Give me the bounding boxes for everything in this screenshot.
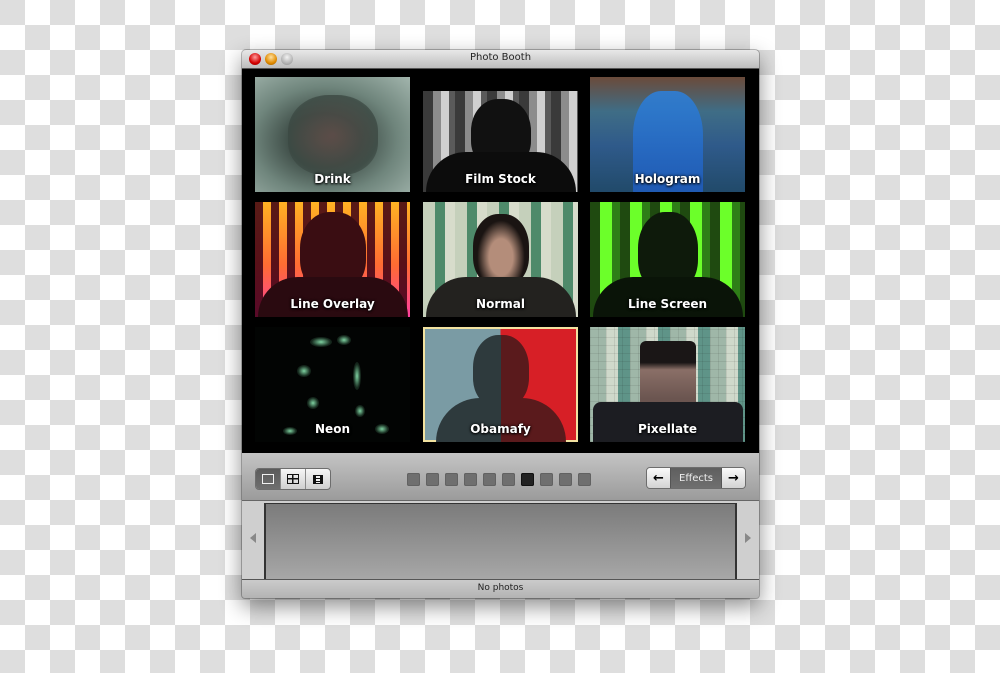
normal-preview-art	[472, 214, 529, 286]
neon-glow	[297, 365, 311, 377]
neon-glow	[310, 337, 332, 347]
status-bar: No photos	[242, 579, 759, 598]
effect-drink[interactable]: Drink	[255, 77, 410, 192]
single-photo-mode-button[interactable]	[256, 469, 281, 489]
movie-clip-mode-button[interactable]	[306, 469, 330, 489]
four-up-grid-icon	[287, 474, 299, 484]
page-dot-9[interactable]	[559, 473, 572, 486]
arrow-right-icon: →	[728, 470, 739, 486]
neon-glow	[307, 397, 319, 409]
title-bar[interactable]: Photo Booth	[242, 50, 759, 69]
page-dot-6[interactable]	[502, 473, 515, 486]
page-dot-7[interactable]	[521, 473, 534, 486]
page-dot-2[interactable]	[426, 473, 439, 486]
photo-booth-window: Photo Booth Drink Film Stock Hologram Li…	[242, 50, 759, 598]
effects-navigator: ← Effects →	[646, 467, 746, 489]
effect-label: Normal	[476, 297, 525, 311]
effect-line-screen[interactable]: Line Screen	[590, 202, 745, 317]
neon-glow	[337, 335, 351, 345]
film-strip-icon	[313, 474, 323, 484]
effect-neon[interactable]: Neon	[255, 327, 410, 442]
page-dot-1[interactable]	[407, 473, 420, 486]
page-dot-4[interactable]	[464, 473, 477, 486]
effect-label: Film Stock	[465, 172, 536, 186]
neon-glow	[355, 405, 365, 417]
effect-label: Line Screen	[627, 297, 708, 311]
next-effects-page-button[interactable]: →	[722, 468, 745, 488]
effect-normal[interactable]: Normal	[423, 202, 578, 317]
page-dot-10[interactable]	[578, 473, 591, 486]
arrow-left-icon: ←	[653, 470, 664, 486]
effect-line-overlay[interactable]: Line Overlay	[255, 202, 410, 317]
film-stock-letterbox	[423, 77, 578, 91]
photo-strip	[264, 503, 737, 579]
effect-pixellate[interactable]: Pixellate	[590, 327, 745, 442]
previous-effects-page-button[interactable]: ←	[647, 468, 670, 488]
four-up-mode-button[interactable]	[281, 469, 306, 489]
effect-label: Neon	[315, 422, 350, 436]
effect-obamafy[interactable]: Obamafy	[423, 327, 578, 442]
page-dot-8[interactable]	[540, 473, 553, 486]
effect-label: Pixellate	[638, 422, 697, 436]
effect-label: Obamafy	[470, 422, 531, 436]
effect-label: Line Overlay	[290, 297, 375, 311]
page-dot-5[interactable]	[483, 473, 496, 486]
effect-label: Hologram	[634, 172, 701, 186]
drink-preview-art	[287, 95, 378, 175]
effect-film-stock[interactable]: Film Stock	[423, 77, 578, 192]
single-photo-icon	[262, 474, 274, 484]
page-dot-3[interactable]	[445, 473, 458, 486]
tray-scroll-left-button[interactable]	[250, 533, 256, 543]
effects-page-indicator	[407, 473, 591, 486]
status-text: No photos	[477, 583, 524, 593]
effect-label: Drink	[314, 172, 351, 186]
view-mode-selector	[255, 468, 331, 490]
effect-hologram[interactable]: Hologram	[590, 77, 745, 192]
toolbar: ← Effects →	[242, 453, 759, 501]
effects-grid: Drink Film Stock Hologram Line Overlay N…	[242, 69, 759, 453]
effects-button[interactable]: Effects	[670, 468, 722, 488]
neon-glow	[353, 362, 361, 390]
obamafy-preview-art	[472, 335, 529, 407]
window-title: Photo Booth	[469, 52, 532, 63]
photo-tray	[242, 501, 759, 579]
tray-scroll-right-button[interactable]	[745, 533, 751, 543]
